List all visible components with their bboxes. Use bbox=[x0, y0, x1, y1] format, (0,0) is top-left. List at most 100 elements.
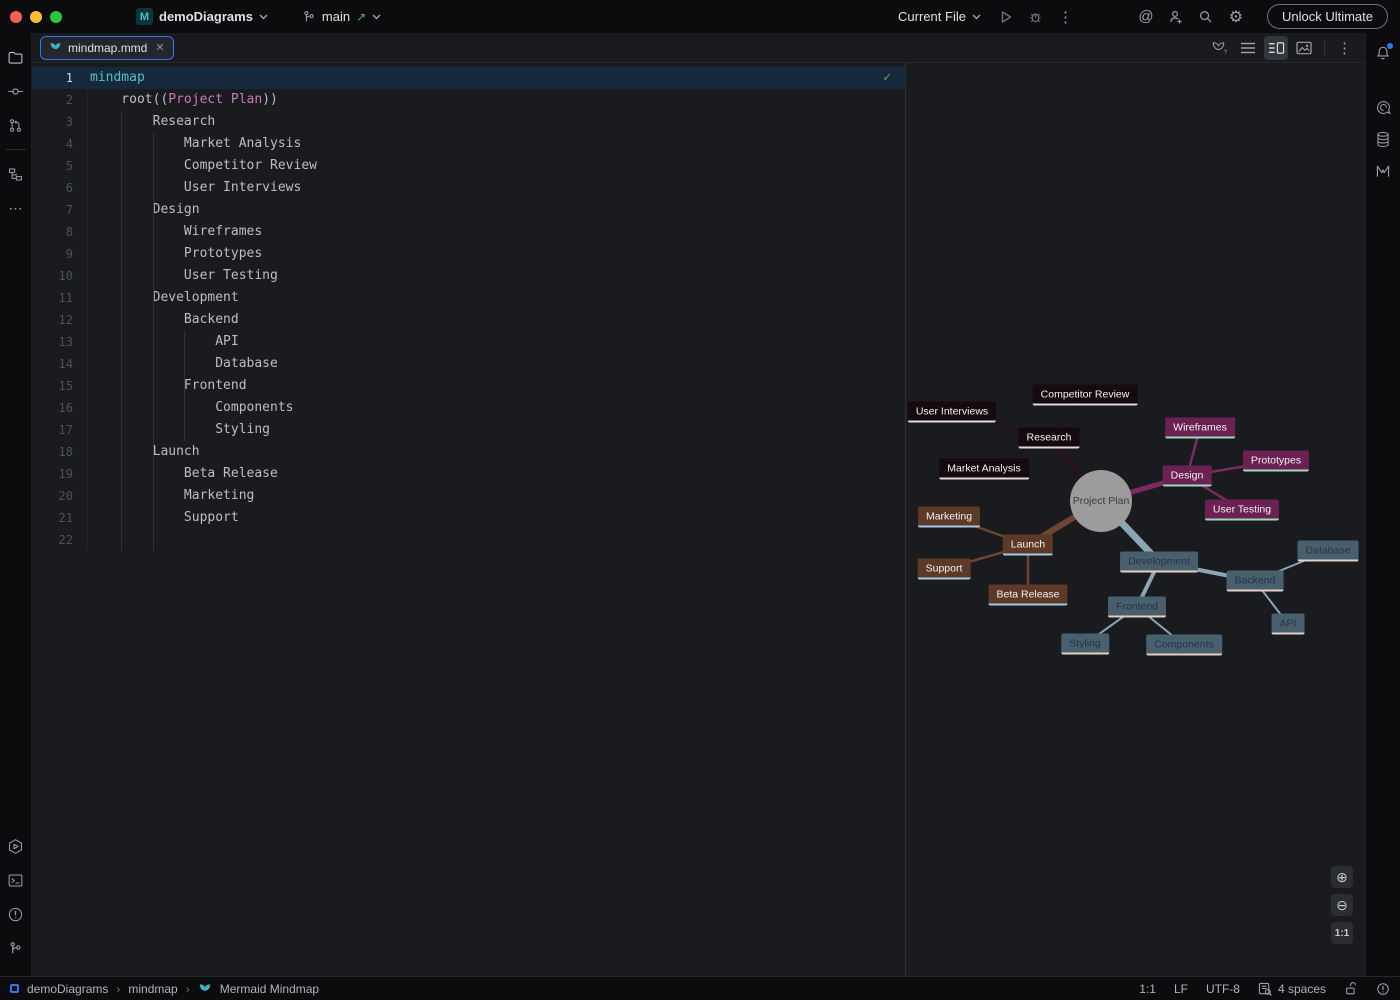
editor-line[interactable]: 19 Beta Release bbox=[32, 463, 905, 485]
editor-line[interactable]: 18 Launch bbox=[32, 441, 905, 463]
editor-line[interactable]: 17 Styling bbox=[32, 419, 905, 441]
caret-position[interactable]: 1:1 bbox=[1139, 982, 1156, 996]
mindmap-node-project-plan[interactable]: Project Plan bbox=[1070, 470, 1132, 532]
run-configuration-selector[interactable]: Current File bbox=[898, 9, 981, 24]
mindmap-node-user-interviews[interactable]: User Interviews bbox=[908, 402, 996, 423]
mindmap-node-market-analysis[interactable]: Market Analysis bbox=[939, 459, 1029, 480]
editor-line[interactable]: 6 User Interviews bbox=[32, 177, 905, 199]
editor-line[interactable]: 20 Marketing bbox=[32, 485, 905, 507]
settings-gear-icon[interactable]: ⚙ bbox=[1223, 4, 1249, 30]
editor-line[interactable]: 2 root((Project Plan)) bbox=[32, 89, 905, 111]
project-widget[interactable]: M demoDiagrams bbox=[136, 8, 268, 25]
editor-line[interactable]: 13 API bbox=[32, 331, 905, 353]
editor-line[interactable]: 4 Market Analysis bbox=[32, 133, 905, 155]
notifications-bell-icon[interactable] bbox=[1369, 39, 1397, 67]
tab-mindmap-mmd[interactable]: mindmap.mmd ✕ bbox=[40, 36, 174, 60]
close-window-button[interactable] bbox=[10, 11, 22, 23]
split-view-icon[interactable] bbox=[1264, 36, 1288, 60]
search-everywhere-icon[interactable] bbox=[1193, 4, 1219, 30]
zoom-in-button[interactable]: ⊕ bbox=[1331, 866, 1353, 888]
editor-line[interactable]: 10 User Testing bbox=[32, 265, 905, 287]
mermaid-config-icon[interactable]: ? bbox=[1208, 36, 1232, 60]
minimize-window-button[interactable] bbox=[30, 11, 42, 23]
indent-guide bbox=[184, 331, 185, 441]
services-tool-icon[interactable] bbox=[2, 832, 30, 860]
indent-widget[interactable]: 4 spaces bbox=[1258, 982, 1326, 996]
mindmap-node-design[interactable]: Design bbox=[1163, 466, 1212, 487]
mindmap-node-development[interactable]: Development bbox=[1120, 552, 1198, 573]
ai-assistant-tool-icon[interactable] bbox=[1369, 93, 1397, 121]
mindmap-node-user-testing[interactable]: User Testing bbox=[1205, 500, 1279, 521]
code-with-me-icon[interactable] bbox=[1163, 4, 1189, 30]
file-encoding[interactable]: UTF-8 bbox=[1206, 982, 1240, 996]
mindmap-node-beta-release[interactable]: Beta Release bbox=[988, 585, 1067, 606]
analysis-ok-check-icon[interactable]: ✓ bbox=[883, 67, 891, 89]
toolbar-divider bbox=[6, 149, 26, 150]
line-separator[interactable]: LF bbox=[1174, 982, 1188, 996]
mindmap-node-competitor-review[interactable]: Competitor Review bbox=[1033, 385, 1138, 406]
mindmap-node-components[interactable]: Components bbox=[1146, 635, 1222, 656]
editor-options-menu[interactable]: ⋮ bbox=[1333, 36, 1357, 60]
mindmap-node-styling[interactable]: Styling bbox=[1061, 634, 1109, 655]
more-tool-windows-icon[interactable]: ⋯ bbox=[2, 194, 30, 222]
editor-line[interactable]: 1mindmap✓ bbox=[32, 67, 905, 89]
mindmap-node-frontend[interactable]: Frontend bbox=[1108, 597, 1166, 618]
tab-close-icon[interactable]: ✕ bbox=[155, 41, 164, 54]
mermaid-tool-icon[interactable] bbox=[1369, 157, 1397, 185]
error-indicator-icon[interactable] bbox=[1376, 982, 1390, 996]
problems-tool-icon[interactable] bbox=[2, 900, 30, 928]
code-line-text: Beta Release bbox=[90, 463, 278, 485]
structure-tool-icon[interactable] bbox=[2, 160, 30, 188]
editor-line[interactable]: 22 bbox=[32, 529, 905, 551]
project-icon: M bbox=[136, 8, 153, 25]
breadcrumb-file[interactable]: mindmap bbox=[128, 982, 177, 996]
breadcrumb-project[interactable]: demoDiagrams bbox=[27, 982, 108, 996]
zoom-out-button[interactable]: ⊖ bbox=[1331, 894, 1353, 916]
code-editor[interactable]: 1mindmap✓2 root((Project Plan))3 Researc… bbox=[32, 63, 905, 976]
maximize-window-button[interactable] bbox=[50, 11, 62, 23]
branch-name: main bbox=[322, 9, 350, 24]
mermaid-preview-pane[interactable]: Project Plan Research Competitor Review Use… bbox=[905, 63, 1365, 976]
vcs-widget[interactable]: main ↗ bbox=[302, 9, 381, 24]
terminal-tool-icon[interactable] bbox=[2, 866, 30, 894]
database-tool-icon[interactable] bbox=[1369, 125, 1397, 153]
preview-zoom-controls: ⊕ ⊖ 1:1 bbox=[1331, 866, 1353, 944]
ai-assistant-icon[interactable]: @ bbox=[1133, 4, 1159, 30]
line-number: 18 bbox=[32, 441, 88, 463]
editor-line[interactable]: 7 Design bbox=[32, 199, 905, 221]
editor-only-view-icon[interactable] bbox=[1236, 36, 1260, 60]
mindmap-node-support[interactable]: Support bbox=[918, 559, 971, 580]
debug-button[interactable] bbox=[1023, 4, 1049, 30]
mindmap-node-wireframes[interactable]: Wireframes bbox=[1165, 418, 1235, 439]
mindmap-node-api[interactable]: API bbox=[1272, 614, 1305, 635]
mindmap-node-database[interactable]: Database bbox=[1298, 541, 1359, 562]
ide-window: M demoDiagrams main ↗ Current File ⋮ @ ⚙… bbox=[0, 0, 1400, 1000]
zoom-reset-button[interactable]: 1:1 bbox=[1331, 922, 1353, 944]
editor-line[interactable]: 14 Database bbox=[32, 353, 905, 375]
mindmap-node-research[interactable]: Research bbox=[1019, 428, 1080, 449]
pull-requests-tool-icon[interactable] bbox=[2, 111, 30, 139]
project-tool-icon[interactable] bbox=[2, 43, 30, 71]
editor-line[interactable]: 3 Research bbox=[32, 111, 905, 133]
editor-line[interactable]: 8 Wireframes bbox=[32, 221, 905, 243]
editor-line[interactable]: 15 Frontend bbox=[32, 375, 905, 397]
preview-only-view-icon[interactable] bbox=[1292, 36, 1316, 60]
editor-line[interactable]: 21 Support bbox=[32, 507, 905, 529]
editor-line[interactable]: 16 Components bbox=[32, 397, 905, 419]
run-button[interactable] bbox=[993, 4, 1019, 30]
editor-line[interactable]: 9 Prototypes bbox=[32, 243, 905, 265]
editor-line[interactable]: 5 Competitor Review bbox=[32, 155, 905, 177]
editor-line[interactable]: 12 Backend bbox=[32, 309, 905, 331]
editor-line[interactable]: 11 Development bbox=[32, 287, 905, 309]
git-tool-icon[interactable] bbox=[2, 934, 30, 962]
mindmap-node-backend[interactable]: Backend bbox=[1227, 571, 1284, 592]
commit-tool-icon[interactable] bbox=[2, 77, 30, 105]
unlock-ultimate-button[interactable]: Unlock Ultimate bbox=[1267, 4, 1388, 29]
readonly-lock-icon[interactable] bbox=[1344, 982, 1358, 996]
mindmap-node-launch[interactable]: Launch bbox=[1003, 535, 1053, 556]
breadcrumb-element[interactable]: Mermaid Mindmap bbox=[220, 982, 319, 996]
mindmap-node-marketing[interactable]: Marketing bbox=[918, 507, 980, 528]
more-actions-menu[interactable]: ⋮ bbox=[1053, 4, 1079, 30]
chevron-down-icon bbox=[372, 14, 381, 20]
mindmap-node-prototypes[interactable]: Prototypes bbox=[1243, 451, 1309, 472]
